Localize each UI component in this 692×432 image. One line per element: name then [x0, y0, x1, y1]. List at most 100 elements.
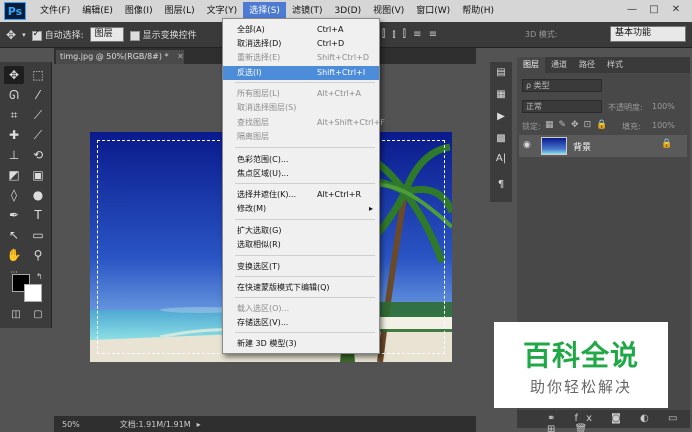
zoom-level[interactable]: 50% — [62, 420, 80, 429]
select-menu-item[interactable]: 取消选择图层(S) — [223, 101, 379, 115]
select-menu-item[interactable]: 焦点区域(U)... — [223, 167, 379, 181]
select-menu-item[interactable]: 存储选区(V)... — [223, 316, 379, 330]
marquee-tool-icon[interactable]: ⬚ — [28, 66, 48, 84]
gradient-tool-icon[interactable]: ▣ — [28, 166, 48, 184]
watermark-title: 百科全说 — [522, 339, 639, 372]
layer-row-background[interactable]: ◉ 背景 🔒 — [519, 135, 687, 157]
menu-item-10[interactable]: 帮助(H) — [456, 2, 500, 20]
dodge-tool-icon[interactable]: ● — [28, 186, 48, 204]
select-menu-item[interactable]: 载入选区(O)... — [223, 302, 379, 316]
select-menu-item[interactable]: 选取相似(R) — [223, 238, 379, 252]
layer-action-icons[interactable]: ⚭ fx ◙ ◐ ▭ ⊞ 🗑 — [547, 413, 690, 432]
layer-thumbnail — [541, 137, 567, 155]
select-menu-item[interactable]: 扩大选取(G) — [223, 224, 379, 238]
tab-styles[interactable]: 样式 — [601, 57, 629, 73]
select-menu-item[interactable]: 在快速蒙版模式下编辑(Q) — [223, 281, 379, 295]
auto-select-dropdown[interactable]: 图层 — [89, 27, 124, 42]
auto-select-checkbox[interactable] — [31, 29, 42, 41]
close-tab-icon[interactable]: ✕ — [177, 52, 184, 61]
select-menu-item[interactable]: 反选(I) Shift+Ctrl+I — [223, 66, 379, 80]
menu-item-shortcut: ▸ — [369, 204, 374, 213]
restore-button[interactable]: □ — [644, 2, 664, 18]
character-icon[interactable]: A| — [490, 150, 512, 168]
photoshop-logo-icon: Ps — [4, 2, 26, 20]
select-menu-item[interactable]: 新建 3D 模型(3) — [223, 337, 379, 351]
menu-separator — [235, 255, 375, 256]
menu-item-label: 全部(A) — [237, 25, 265, 34]
show-transform-label: 显示变换控件 — [142, 31, 197, 41]
chevron-right-icon[interactable]: ▸ — [197, 420, 201, 429]
close-button[interactable]: ✕ — [666, 2, 686, 18]
visibility-eye-icon[interactable]: ◉ — [523, 140, 531, 150]
quick-mask-icon[interactable]: ◫ — [6, 306, 26, 324]
show-transform-checkbox[interactable] — [129, 30, 140, 41]
chevron-down-icon[interactable]: ▾ — [22, 31, 26, 39]
layer-name[interactable]: 背景 — [573, 140, 591, 153]
lock-icons[interactable]: ▦✎✥⊡🔒 — [545, 120, 612, 130]
menu-item-9[interactable]: 窗口(W) — [410, 2, 456, 20]
select-menu-item[interactable]: 取消选择(D) Ctrl+D — [223, 37, 379, 51]
move-tool-icon[interactable]: ✥ — [4, 66, 24, 84]
menu-separator — [235, 297, 375, 298]
tab-channels[interactable]: 通道 — [545, 57, 573, 73]
menu-item-label: 重新选择(E) — [237, 53, 281, 62]
shape-tool-icon[interactable]: ▭ — [28, 226, 48, 244]
select-menu-dropdown: 全部(A) Ctrl+A 取消选择(D) Ctrl+D 重新选择(E) Shift+Ctr… — [222, 18, 385, 354]
swap-colors-icon[interactable]: ↰ — [36, 272, 43, 281]
workspace-dropdown[interactable]: 基本功能 — [610, 26, 686, 42]
layer-filter-dropdown[interactable]: ρ 类型 — [522, 79, 602, 92]
menu-item-label: 隔离图层 — [237, 132, 269, 141]
screen-mode-icon[interactable]: ▢ — [28, 306, 48, 324]
history-icon[interactable]: ▤ — [490, 64, 512, 82]
select-menu-item[interactable]: 全部(A) Ctrl+A — [223, 23, 379, 37]
type-tool-icon[interactable]: T — [28, 206, 48, 224]
eyedropper-tool-icon[interactable]: ⟋ — [28, 106, 48, 124]
properties-icon[interactable]: ▩ — [490, 130, 512, 148]
hand-tool-icon[interactable]: ✋ — [4, 246, 24, 264]
healing-brush-tool-icon[interactable]: ✚ — [4, 126, 24, 144]
menu-item-3[interactable]: 图层(L) — [159, 2, 201, 20]
blur-tool-icon[interactable]: ◊ — [4, 186, 24, 204]
history-brush-tool-icon[interactable]: ⟲ — [28, 146, 48, 164]
paragraph-icon[interactable]: ¶ — [490, 176, 512, 194]
menu-item-shortcut: Ctrl+A — [317, 25, 344, 34]
select-menu-item[interactable]: 色彩范围(C)... — [223, 153, 379, 167]
lasso-tool-icon[interactable]: ᘏ — [4, 86, 24, 104]
document-tab[interactable]: timg.jpg @ 50%(RGB/8#) * ✕ — [56, 50, 184, 64]
pen-tool-icon[interactable]: ✒ — [4, 206, 24, 224]
path-selection-tool-icon[interactable]: ↖ — [4, 226, 24, 244]
minimize-button[interactable]: — — [622, 2, 642, 18]
zoom-tool-icon[interactable]: ⚲ — [28, 246, 48, 264]
crop-tool-icon[interactable]: ⌗ — [4, 106, 24, 124]
background-color-swatch[interactable] — [24, 284, 42, 302]
select-menu-item[interactable]: 选择并遮住(K)... Alt+Ctrl+R — [223, 188, 379, 202]
layer-lock-icon: 🔒 — [661, 139, 673, 149]
clone-stamp-tool-icon[interactable]: ⊥ — [4, 146, 24, 164]
menu-item-label: 在快速蒙版模式下编辑(Q) — [237, 283, 330, 292]
tab-paths[interactable]: 路径 — [573, 57, 601, 73]
menu-item-1[interactable]: 编辑(E) — [76, 2, 119, 20]
brush-tool-icon[interactable]: ⟋ — [28, 126, 48, 144]
show-transform-option[interactable]: 显示变换控件 — [129, 28, 197, 41]
auto-select-option[interactable]: 自动选择: — [31, 28, 84, 41]
play-actions-icon[interactable]: ▶ — [490, 108, 512, 126]
select-menu-item[interactable]: 重新选择(E) Shift+Ctrl+D — [223, 51, 379, 65]
select-menu-item[interactable]: 隔离图层 — [223, 130, 379, 144]
select-menu-item[interactable]: 所有图层(L) Alt+Ctrl+A — [223, 87, 379, 101]
align-icons[interactable]: ⫿ ⫾ ⫿ ≡ ≡ — [382, 29, 486, 41]
select-menu-item[interactable]: 查找图层 Alt+Shift+Ctrl+F — [223, 116, 385, 130]
menu-item-0[interactable]: 文件(F) — [34, 2, 76, 20]
document-title: timg.jpg @ 50%(RGB/8#) * — [60, 52, 169, 61]
magic-wand-tool-icon[interactable]: ⁄ — [28, 86, 48, 104]
blend-mode-dropdown[interactable]: 正常 — [522, 100, 602, 113]
select-menu-item[interactable]: 修改(M) ▸ — [223, 202, 379, 216]
eraser-tool-icon[interactable]: ◩ — [4, 166, 24, 184]
menu-item-2[interactable]: 图像(I) — [119, 2, 159, 20]
auto-select-label: 自动选择: — [44, 31, 84, 41]
menu-item-shortcut: Shift+Ctrl+D — [317, 53, 369, 62]
opacity-value[interactable]: 100% — [652, 102, 675, 111]
select-menu-item[interactable]: 变换选区(T) — [223, 260, 379, 274]
adjustments-icon[interactable]: ▦ — [490, 86, 512, 104]
fill-value[interactable]: 100% — [652, 121, 675, 130]
tab-layers[interactable]: 图层 — [517, 57, 545, 73]
